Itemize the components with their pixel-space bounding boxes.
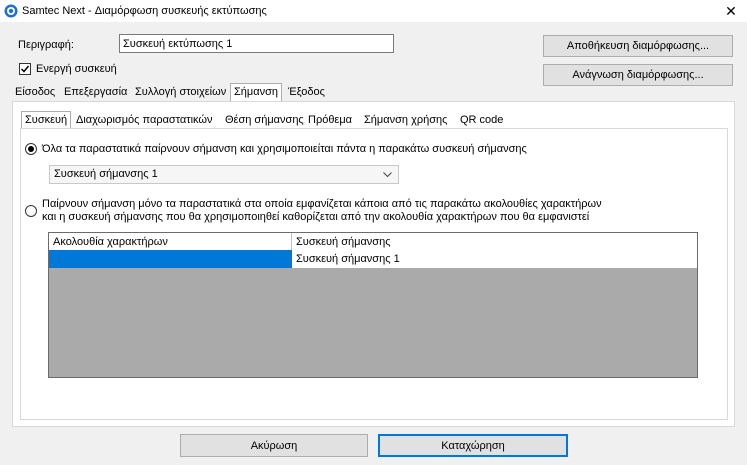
cell-device[interactable]: Συσκευή σήμανσης 1 bbox=[292, 250, 697, 268]
chevron-down-icon bbox=[383, 172, 392, 178]
window-title: Samtec Next - Διαμόρφωση συσκευής εκτύπω… bbox=[22, 5, 267, 17]
marking-device-select-value: Συσκευή σήμανσης 1 bbox=[54, 168, 158, 180]
close-icon[interactable]: ✕ bbox=[716, 1, 746, 21]
subtab-marking-position[interactable]: Θέση σήμανσης bbox=[222, 112, 307, 129]
radio-all-documents[interactable] bbox=[25, 143, 37, 155]
marking-tab-page: Συσκευή Διαχωρισμός παραστατικών Θέση σή… bbox=[12, 101, 735, 427]
description-label: Περιγραφή: bbox=[18, 39, 74, 51]
active-device-label: Ενεργή συσκευή bbox=[36, 63, 117, 75]
tab-input[interactable]: Είσοδος bbox=[12, 84, 58, 101]
main-tab-strip: Είσοδος Επεξεργασία Συλλογή στοιχείων Σή… bbox=[12, 83, 732, 101]
title-bar: Samtec Next - Διαμόρφωση συσκευής εκτύπω… bbox=[0, 0, 747, 22]
subtab-usage-marking[interactable]: Σήμανση χρήσης bbox=[361, 112, 450, 129]
radio-character-sequences[interactable] bbox=[25, 205, 37, 217]
tab-data-collection[interactable]: Συλλογή στοιχείων bbox=[132, 84, 229, 101]
cell-sequence[interactable] bbox=[49, 250, 292, 268]
sub-tab-strip: Συσκευή Διαχωρισμός παραστατικών Θέση σή… bbox=[21, 111, 721, 129]
read-config-button[interactable]: Ανάγνωση διαμόρφωσης... bbox=[543, 64, 733, 86]
active-device-checkbox[interactable] bbox=[19, 63, 31, 75]
tab-marking[interactable]: Σήμανση bbox=[230, 83, 283, 101]
save-config-button[interactable]: Αποθήκευση διαμόρφωσης... bbox=[543, 35, 733, 57]
subtab-qr-code[interactable]: QR code bbox=[457, 112, 506, 129]
radio-all-documents-label: Όλα τα παραστατικά παίρνουν σήμανση και … bbox=[42, 143, 527, 155]
marking-device-select[interactable]: Συσκευή σήμανσης 1 bbox=[49, 165, 399, 184]
grid-header: Ακολουθία χαρακτήρων Συσκευή σήμανσης bbox=[49, 233, 697, 251]
ok-button[interactable]: Καταχώρηση bbox=[378, 434, 568, 457]
table-row[interactable]: Συσκευή σήμανσης 1 bbox=[49, 250, 697, 268]
device-subtab-page: Όλα τα παραστατικά παίρνουν σήμανση και … bbox=[20, 128, 728, 420]
radio-sequences-label-line2: και η συσκευή σήμανσης που θα χρησιμοποι… bbox=[42, 211, 590, 223]
tab-processing[interactable]: Επεξεργασία bbox=[61, 84, 130, 101]
description-input[interactable] bbox=[119, 34, 394, 53]
sequence-grid[interactable]: Ακολουθία χαρακτήρων Συσκευή σήμανσης Συ… bbox=[48, 232, 698, 378]
cancel-button[interactable]: Ακύρωση bbox=[180, 434, 368, 457]
column-header-device[interactable]: Συσκευή σήμανσης bbox=[292, 233, 697, 250]
tab-output[interactable]: Έξοδος bbox=[285, 84, 328, 101]
subtab-document-separation[interactable]: Διαχωρισμός παραστατικών bbox=[73, 112, 216, 129]
column-header-sequence[interactable]: Ακολουθία χαρακτήρων bbox=[49, 233, 292, 250]
radio-sequences-label-line1: Παίρνουν σήμανση μόνο τα παραστατικά στα… bbox=[42, 198, 602, 210]
subtab-device[interactable]: Συσκευή bbox=[21, 111, 72, 129]
checkmark-icon bbox=[20, 65, 30, 73]
printer-icon bbox=[4, 4, 18, 18]
subtab-prefix[interactable]: Πρόθεμα bbox=[305, 112, 355, 129]
